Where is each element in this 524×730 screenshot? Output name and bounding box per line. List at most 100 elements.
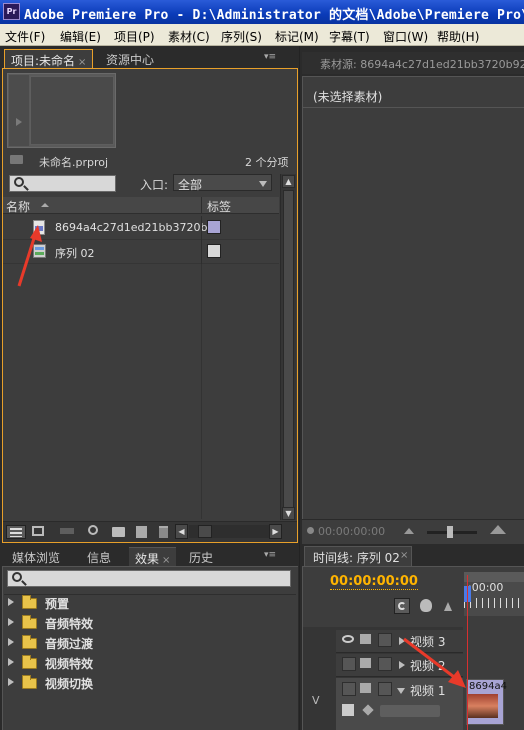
panel-menu-icon[interactable]: ▾≡ [264, 550, 276, 560]
tree-item-label: 音频过渡 [45, 637, 94, 651]
timeline-timecode[interactable]: 00:00:00:00 [330, 574, 418, 590]
visibility-toggle[interactable] [342, 657, 356, 671]
lock-toggle[interactable] [378, 633, 392, 647]
item-count: 2 个分项 [245, 156, 289, 169]
in-dropdown[interactable]: 全部 [173, 174, 272, 192]
tab-media-browser[interactable]: 媒体浏览 [6, 547, 66, 566]
close-icon[interactable]: × [162, 555, 170, 566]
new-item-icon[interactable] [136, 526, 147, 538]
menu-bar: 文件(F) 编辑(E) 项目(P) 素材(C) 序列(S) 标记(M) 字幕(T… [0, 24, 524, 46]
close-icon[interactable]: × [400, 550, 408, 561]
marker-icon[interactable] [444, 602, 452, 611]
label-swatch[interactable] [207, 244, 221, 258]
menu-title[interactable]: 字幕(T) [329, 28, 370, 45]
chevron-down-icon [259, 181, 267, 187]
column-name[interactable]: 名称 [6, 198, 30, 215]
expand-icon[interactable] [8, 658, 14, 666]
tab-source[interactable]: 素材源: 8694a4c27d1ed21bb3720b92ae [320, 56, 524, 72]
snap-icon [398, 602, 406, 610]
video-clip[interactable]: 8694a4 [466, 679, 507, 725]
menu-edit[interactable]: 编辑(E) [60, 28, 101, 45]
lock-toggle[interactable] [378, 682, 392, 696]
tab-history[interactable]: 历史 [183, 547, 219, 566]
tab-project[interactable]: 项目:未命名 × [4, 49, 94, 68]
menu-marker[interactable]: 标记(M) [275, 28, 319, 45]
display-style-icon[interactable] [342, 704, 354, 716]
tab-info[interactable]: 信息 [81, 547, 117, 566]
automate-icon[interactable] [60, 528, 74, 534]
tab-effects[interactable]: 效果 × [129, 547, 177, 566]
expand-icon[interactable] [8, 638, 14, 646]
in-dropdown-value: 全部 [178, 178, 203, 192]
menu-project[interactable]: 项目(P) [114, 28, 155, 45]
effects-search-input[interactable] [7, 570, 291, 587]
scroll-right-icon[interactable]: ▶ [269, 524, 282, 539]
scroll-up-icon[interactable]: ▲ [282, 175, 295, 188]
effects-tabbar: 媒体浏览 信息 效果 × 历史 ▾≡ [0, 544, 299, 566]
source-timecode[interactable]: 00:00:00:00 [318, 525, 385, 538]
effects-tree-item[interactable]: 音频过渡 [0, 633, 299, 653]
project-search-input[interactable] [9, 175, 116, 192]
menu-sequence[interactable]: 序列(S) [221, 28, 262, 45]
label-swatch[interactable] [207, 220, 221, 234]
zoom-in-icon[interactable] [490, 525, 506, 534]
menu-clip[interactable]: 素材(C) [168, 28, 210, 45]
effects-tree-item[interactable]: 音频特效 [0, 613, 299, 633]
timecode-dot-icon [307, 527, 314, 534]
list-view-icon[interactable] [6, 525, 26, 539]
new-bin-icon[interactable] [112, 527, 125, 537]
premiere-app-icon[interactable]: Pr [3, 3, 20, 20]
source-tabbar: 素材源: 8694a4c27d1ed21bb3720b92ae [302, 52, 524, 74]
menu-window[interactable]: 窗口(W) [383, 28, 428, 45]
visibility-toggle[interactable] [342, 682, 356, 696]
snap-button[interactable] [394, 598, 410, 614]
project-scrollbar[interactable]: ▲ ▼ [280, 174, 296, 520]
folder-icon [22, 635, 37, 649]
expand-icon[interactable] [8, 618, 14, 626]
tab-timeline[interactable]: 时间线: 序列 02 × [304, 546, 412, 566]
zoom-out-icon[interactable] [404, 528, 414, 534]
menu-help[interactable]: 帮助(H) [437, 28, 479, 45]
film-icon[interactable] [360, 634, 371, 644]
video-target-label[interactable]: V [312, 694, 320, 707]
tab-history-label: 历史 [189, 551, 214, 565]
item-name: 序列 02 [55, 247, 95, 260]
column-label[interactable]: 标签 [207, 198, 231, 215]
scroll-down-icon[interactable]: ▼ [282, 507, 295, 520]
folder-icon [22, 655, 37, 669]
play-icon[interactable] [16, 118, 22, 126]
expand-icon[interactable] [8, 598, 14, 606]
eye-icon[interactable] [342, 635, 354, 643]
panel-menu-icon[interactable]: ▾≡ [264, 52, 276, 62]
zoom-slider[interactable] [427, 526, 477, 538]
find-icon[interactable] [88, 525, 98, 535]
close-icon[interactable]: × [78, 57, 86, 68]
expand-icon[interactable] [8, 678, 14, 686]
menu-file[interactable]: 文件(F) [5, 28, 45, 45]
keyframe-dropdown[interactable] [380, 705, 440, 717]
keyframe-nav-icon[interactable] [362, 704, 374, 716]
sort-ascending-icon[interactable] [41, 203, 49, 207]
scroll-left-icon[interactable]: ◀ [175, 524, 188, 539]
delete-icon[interactable] [159, 526, 168, 538]
scroll-thumb[interactable] [283, 190, 294, 508]
film-icon[interactable] [360, 683, 371, 693]
effects-tree-item[interactable]: 视频特效 [0, 653, 299, 673]
lock-toggle[interactable] [378, 657, 392, 671]
tree-item-label: 视频切换 [45, 677, 94, 691]
scroll-thumb[interactable] [198, 525, 212, 538]
keyframe-icon[interactable] [420, 599, 432, 612]
ruler-label: :00:00 [468, 581, 504, 594]
annotation-arrow [17, 225, 42, 287]
horizontal-scroll-track[interactable] [189, 525, 269, 538]
effects-tree-item[interactable]: 预置 [0, 593, 299, 613]
effects-tree-item[interactable]: 视频切换 [0, 673, 299, 693]
tree-item-label: 音频特效 [45, 617, 94, 631]
film-icon[interactable] [360, 658, 371, 668]
tree-item-label: 视频特效 [45, 657, 94, 671]
tab-resource-center[interactable]: 资源中心 [100, 49, 160, 68]
zoom-slider-thumb[interactable] [447, 526, 453, 538]
timeline-ruler[interactable]: :00:00 [464, 572, 524, 616]
bin-icon [10, 155, 23, 164]
icon-view-icon[interactable] [32, 526, 44, 536]
